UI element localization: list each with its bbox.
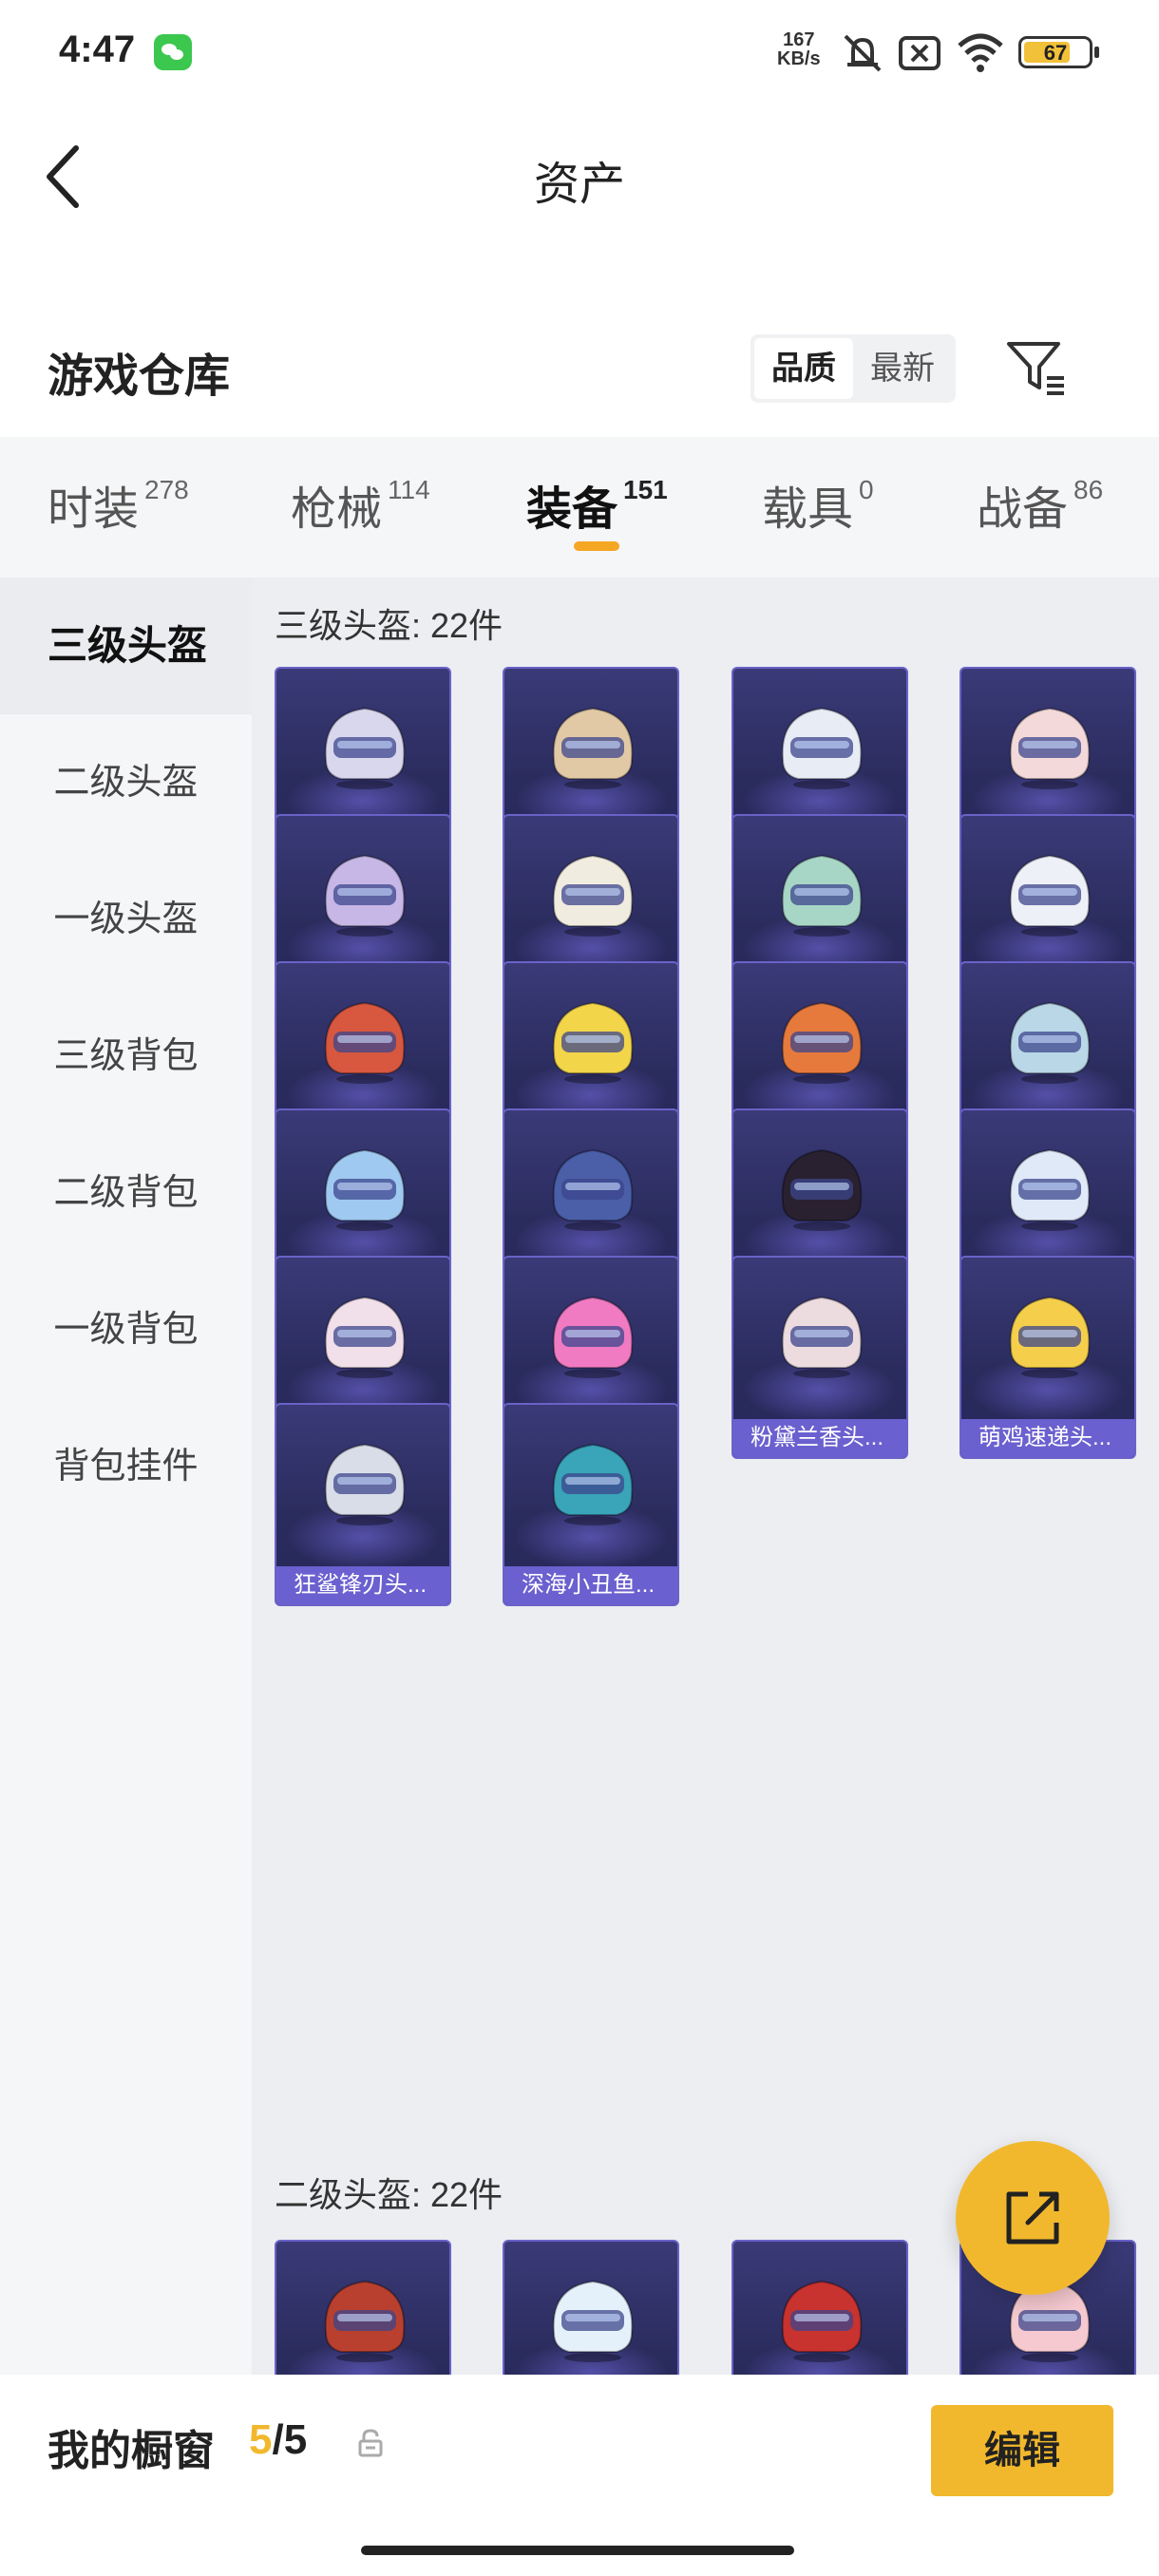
helmet-icon — [552, 2280, 634, 2362]
helmet-icon — [324, 1001, 406, 1084]
tab-gear[interactable]: 战备 86 — [977, 471, 1103, 538]
battery-level: 67 — [1043, 41, 1068, 65]
helmet-icon — [324, 1296, 406, 1378]
sort-newest-option[interactable]: 最新 — [853, 338, 952, 399]
sidebar-item-backpack-charm[interactable]: 背包挂件 — [0, 1398, 252, 1535]
item-name: 萌鸡速递头... — [961, 1419, 1134, 1457]
item-name: 粉黛兰香头... — [733, 1419, 906, 1457]
share-out-icon — [1006, 2191, 1059, 2245]
warehouse-title: 游戏仓库 — [48, 351, 231, 402]
tab-count: 278 — [144, 475, 189, 504]
wechat-notification-icon — [154, 34, 192, 70]
status-bar: 4:47 167 KB/s 67 — [0, 0, 1159, 104]
tab-count: 114 — [388, 475, 430, 504]
home-indicator[interactable] — [361, 2546, 794, 2555]
item-card[interactable]: 深海小丑鱼... — [503, 1403, 679, 1606]
sort-toggle: 品质 最新 — [750, 334, 956, 403]
tab-label: 枪械 — [291, 484, 383, 535]
sidebar-item-level1-helmet[interactable]: 一级头盔 — [0, 851, 252, 988]
helmet-icon — [781, 2280, 863, 2362]
helmet-icon — [781, 707, 863, 789]
battery-icon: 67 — [1018, 36, 1099, 68]
sidebar-item-level1-backpack[interactable]: 一级背包 — [0, 1261, 252, 1398]
network-speed-unit: KB/s — [777, 48, 821, 69]
category-tabs: 时装 278 枪械 114 装备 151 载具 0 战备 86 — [0, 437, 1159, 578]
group-title: 二级头盔: 22件 — [275, 2175, 504, 2214]
sidebar-item-level2-helmet[interactable]: 二级头盔 — [0, 714, 252, 851]
helmet-icon — [552, 1443, 634, 1525]
helmet-icon — [781, 1001, 863, 1084]
showcase-count: 5/5 — [249, 2416, 307, 2464]
tab-weapons[interactable]: 枪械 114 — [291, 471, 430, 538]
no-sim-icon — [899, 36, 940, 70]
item-name: 深海小丑鱼... — [504, 1566, 677, 1604]
helmet-icon — [1009, 854, 1091, 937]
item-card[interactable]: 萌鸡速递头... — [960, 1256, 1136, 1459]
status-time: 4:47 — [59, 28, 136, 70]
tab-count: 86 — [1074, 475, 1104, 504]
helmet-icon — [552, 707, 634, 789]
showcase-label: 我的橱窗 — [48, 2428, 215, 2474]
helmet-icon — [1009, 1001, 1091, 1084]
tab-label: 时装 — [48, 484, 140, 535]
helmet-icon — [781, 1148, 863, 1231]
group-title: 三级头盔: 22件 — [275, 606, 504, 645]
sidebar-item-level3-helmet[interactable]: 三级头盔 — [0, 578, 252, 714]
network-speed: 167 KB/s — [777, 30, 821, 68]
tab-label: 载具 — [762, 484, 854, 535]
filter-icon[interactable] — [1005, 338, 1068, 399]
item-card[interactable] — [275, 2240, 451, 2375]
item-card[interactable]: 狂鲨锋刃头... — [275, 1403, 451, 1606]
tab-label: 装备 — [526, 484, 618, 535]
helmet-icon — [781, 854, 863, 937]
tab-fashion[interactable]: 时装 278 — [48, 471, 189, 538]
network-speed-value: 167 — [783, 29, 815, 50]
tab-count: 151 — [623, 475, 668, 504]
sidebar-item-level3-backpack[interactable]: 三级背包 — [0, 988, 252, 1125]
helmet-icon — [1009, 1296, 1091, 1378]
top-header: 资产 — [0, 104, 1159, 247]
wifi-icon — [958, 33, 1003, 72]
item-card[interactable] — [732, 2240, 908, 2375]
active-tab-indicator — [574, 541, 619, 551]
item-card[interactable] — [503, 2240, 679, 2375]
warehouse-header: 游戏仓库 品质 最新 — [0, 313, 1159, 427]
showcase-count-current: 5 — [249, 2416, 273, 2463]
item-card[interactable]: 粉黛兰香头... — [732, 1256, 908, 1459]
subcategory-sidebar: 三级头盔 二级头盔 一级头盔 三级背包 二级背包 一级背包 背包挂件 — [0, 578, 252, 2375]
showcase-count-total: /5 — [272, 2416, 308, 2463]
edit-button[interactable]: 编辑 — [931, 2405, 1113, 2496]
helmet-icon — [1009, 1148, 1091, 1231]
helmet-icon — [324, 707, 406, 789]
helmet-icon — [552, 1296, 634, 1378]
lock-icon — [358, 2429, 383, 2457]
helmet-icon — [781, 1296, 863, 1378]
helmet-icon — [324, 1443, 406, 1525]
item-grid-area[interactable]: 三级头盔: 22件 二级头盔: 22件 满月旋律头...月下星之子...极意拳锋… — [252, 578, 1159, 2375]
helmet-icon — [324, 2280, 406, 2362]
tab-count: 0 — [859, 475, 874, 504]
tab-label: 战备 — [977, 484, 1069, 535]
mute-icon — [844, 34, 882, 72]
helmet-icon — [552, 854, 634, 937]
helmet-icon — [552, 1148, 634, 1231]
sidebar-item-level2-backpack[interactable]: 二级背包 — [0, 1125, 252, 1261]
share-button[interactable] — [956, 2141, 1110, 2295]
helmet-icon — [552, 1001, 634, 1084]
helmet-icon — [324, 854, 406, 937]
helmet-icon — [324, 1148, 406, 1231]
page-title: 资产 — [533, 160, 625, 210]
tab-vehicles[interactable]: 载具 0 — [762, 471, 874, 538]
helmet-icon — [1009, 707, 1091, 789]
item-name: 狂鲨锋刃头... — [276, 1566, 449, 1604]
sort-quality-option[interactable]: 品质 — [754, 338, 853, 399]
tab-equipment[interactable]: 装备 151 — [526, 471, 668, 538]
